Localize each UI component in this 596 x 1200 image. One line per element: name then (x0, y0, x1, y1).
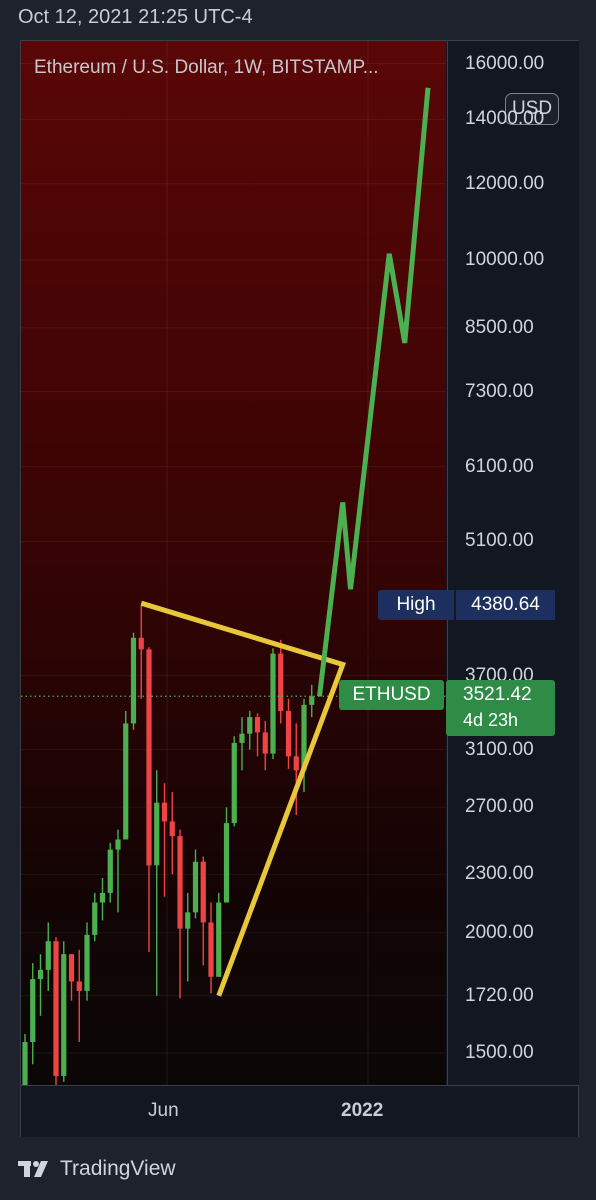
candle-body (161, 802, 168, 822)
candle-body (208, 922, 214, 977)
candle-body (30, 979, 36, 1042)
last-price: 3521.42 (463, 684, 532, 705)
chart-timestamp: Oct 12, 2021 21:25 UTC-4 (18, 6, 253, 28)
candle-body (278, 653, 284, 711)
candle-body (285, 710, 292, 757)
high-label-tag: High (378, 590, 454, 620)
candle-body (270, 653, 276, 754)
candle-body (115, 839, 121, 850)
symbol-price-value: 3521.42 4d 23h (446, 680, 555, 736)
candle-body (192, 861, 199, 913)
candle-body (309, 696, 315, 705)
candle-body (45, 941, 51, 970)
price-axis-tick: 14000.00 (465, 108, 545, 130)
triangle-pattern (140, 600, 347, 997)
candle-body (146, 649, 152, 866)
tradingview-brand[interactable]: TradingView (18, 1155, 176, 1183)
candle-body (200, 861, 206, 923)
price-axis-tick: 1500.00 (465, 1042, 534, 1063)
tradingview-logo-icon (18, 1161, 48, 1177)
brand-name: TradingView (60, 1157, 176, 1180)
candle-body (169, 821, 175, 837)
price-axis-tick: 1720.00 (465, 984, 534, 1006)
time-label-2022: 2022 (341, 1100, 384, 1121)
candle-body (130, 637, 137, 724)
candle-body (177, 836, 183, 929)
candle-body (262, 732, 268, 754)
symbol-title[interactable]: Ethereum / U.S. Dollar, 1W, BITSTAMP... (34, 57, 379, 79)
candle-body (22, 1041, 28, 1085)
plot-layer (21, 41, 446, 1085)
candle-body (223, 823, 230, 903)
candle-body (37, 969, 44, 980)
candle-body (99, 892, 106, 903)
candle-body (247, 717, 253, 734)
candle-body (107, 849, 113, 893)
candle-body (84, 934, 90, 991)
price-axis-tick: 16000.00 (465, 52, 545, 74)
candle-body (123, 723, 129, 840)
chart-frame[interactable]: Ethereum / U.S. Dollar, 1W, BITSTAMP... … (20, 40, 579, 1137)
candle-body (254, 717, 261, 733)
price-axis-tick: 7300.00 (465, 380, 534, 402)
price-axis-tick: 10000.00 (465, 249, 545, 270)
price-axis-tick: 2300.00 (465, 863, 534, 885)
candle-body (53, 941, 59, 1076)
price-axis-tick: 2700.00 (465, 796, 534, 818)
candle-body (154, 802, 160, 866)
price-axis-tick: 5100.00 (465, 530, 534, 552)
candle-body (92, 902, 98, 935)
price-axis-tick: 8500.00 (465, 316, 534, 338)
candle-body (68, 954, 75, 982)
time-label-jun: Jun (148, 1100, 179, 1121)
candle-body (231, 742, 237, 824)
candle-body (76, 981, 82, 991)
high-label-value: 4380.64 (456, 590, 555, 620)
price-axis-tick: 3100.00 (465, 738, 534, 760)
bar-countdown: 4d 23h (463, 710, 519, 730)
candle-body (239, 733, 245, 743)
price-axis-tick: 6100.00 (465, 455, 534, 477)
candle-body (216, 902, 222, 977)
candle-body (138, 637, 144, 650)
candle-body (61, 954, 67, 1076)
price-axis-tick: 2000.00 (465, 921, 534, 943)
price-axis-tick: 12000.00 (465, 172, 545, 194)
symbol-price-tag: ETHUSD (339, 680, 444, 710)
chart-svg (21, 41, 446, 1085)
candle-body (293, 756, 299, 771)
candle-body (185, 912, 191, 929)
